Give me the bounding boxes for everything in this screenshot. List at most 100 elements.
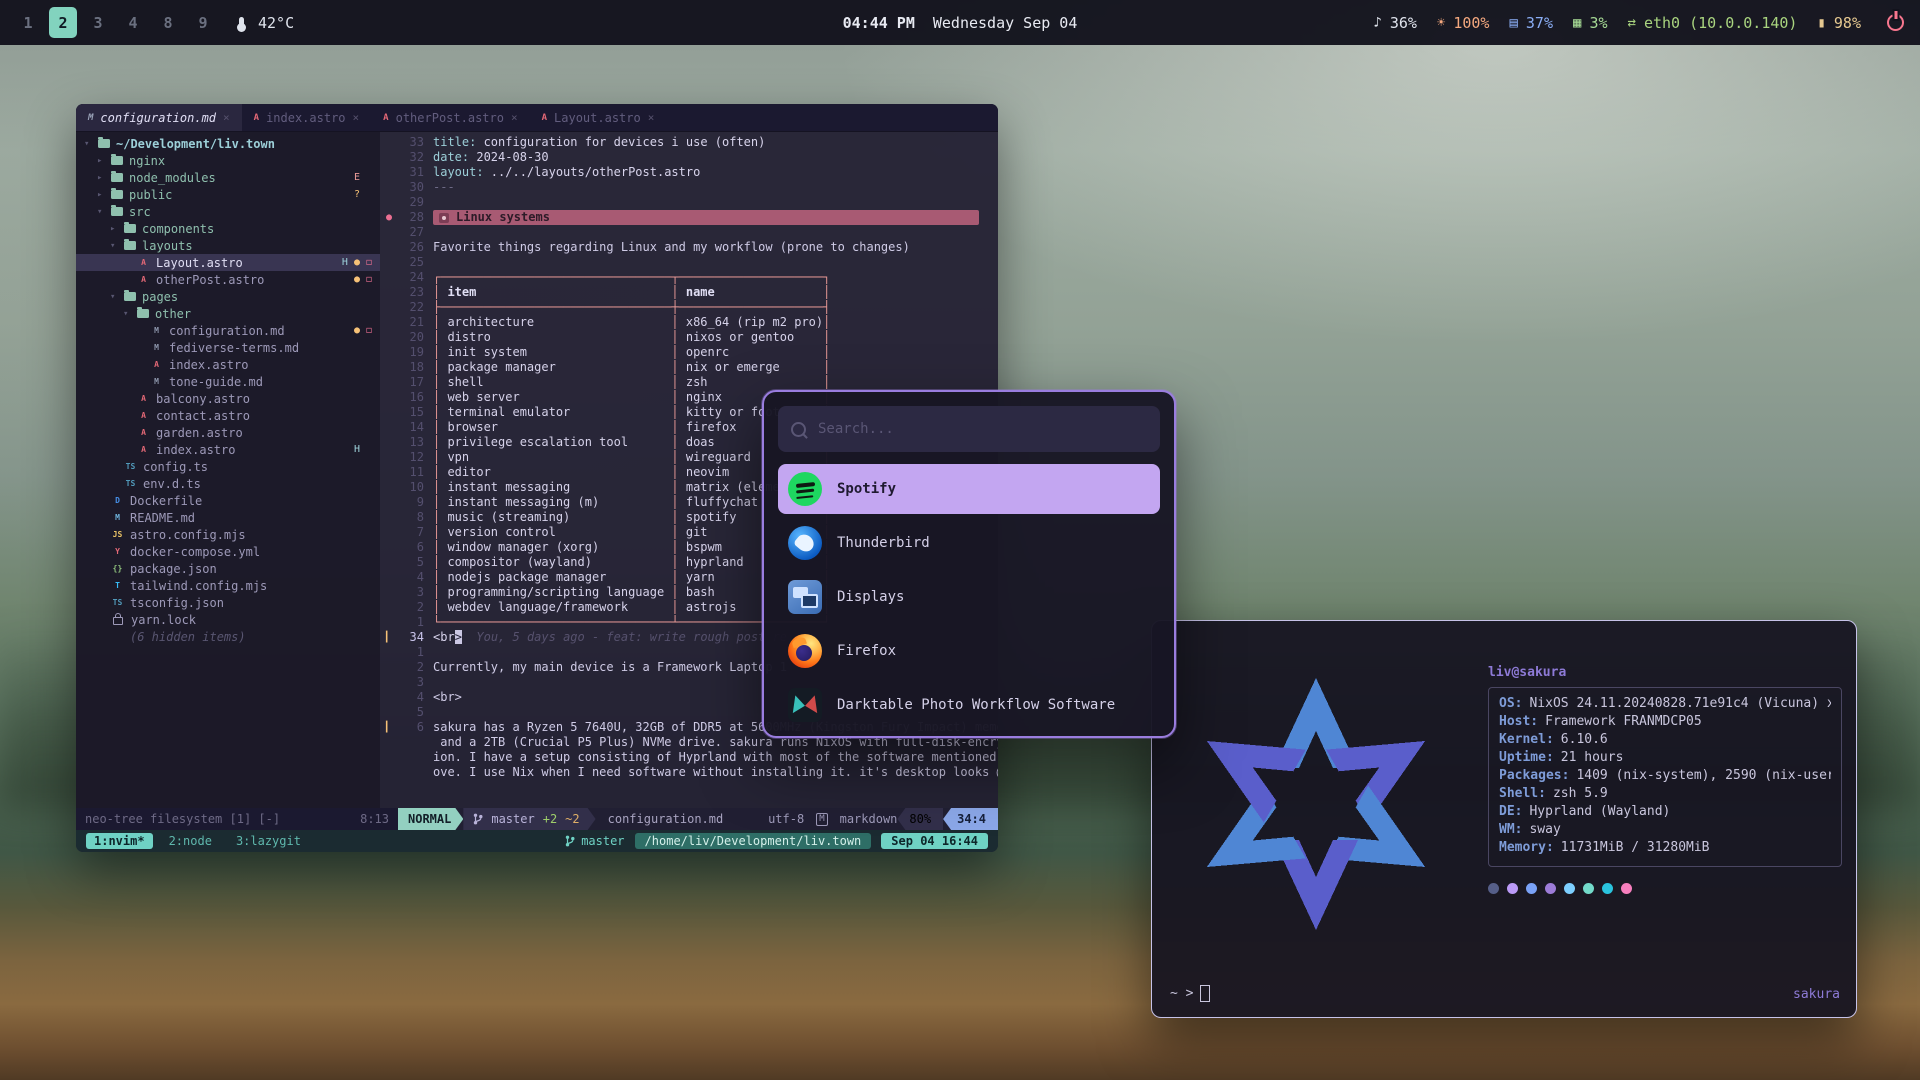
status-module[interactable]: ▦ 3% xyxy=(1573,14,1608,32)
tree-item[interactable]: T tailwind.config.mjs xyxy=(76,577,380,594)
tree-item[interactable]: A balcony.astro xyxy=(76,390,380,407)
tree-item[interactable]: ▸ nginx xyxy=(76,152,380,169)
neotree-statusline: neo-tree filesystem [1] [-] 8:13 xyxy=(76,808,398,830)
shell-prompt[interactable]: ~ > xyxy=(1170,985,1210,1002)
status-module[interactable]: ▮ 98% xyxy=(1817,14,1861,32)
tree-item[interactable]: ▾ other xyxy=(76,305,380,322)
line-number: 33 xyxy=(396,135,433,150)
buffer-tab[interactable]: A index.astro × xyxy=(242,104,372,131)
tree-item[interactable]: JS astro.config.mjs xyxy=(76,526,380,543)
buffer-tab[interactable]: M configuration.md × xyxy=(76,104,242,131)
git-branch-icon xyxy=(565,835,575,847)
system-info: liv@sakura OS:NixOS 24.11.20240828.71e91… xyxy=(1488,665,1842,894)
line-number: 10 xyxy=(396,480,433,495)
tree-item[interactable]: TS tsconfig.json xyxy=(76,594,380,611)
temperature-module[interactable]: 42°C xyxy=(239,14,294,32)
tree-item[interactable]: A otherPost.astro ● ◻ xyxy=(76,271,380,288)
gutter-sign xyxy=(386,405,396,420)
palette-dot xyxy=(1583,883,1594,894)
tree-item[interactable]: ▾ layouts xyxy=(76,237,380,254)
git-status-badge: ◻ xyxy=(366,325,372,336)
workspace-button[interactable]: 8 xyxy=(154,7,182,38)
info-label: Uptime: xyxy=(1499,750,1554,765)
brightness-icon: ☀ xyxy=(1437,15,1445,31)
gutter-sign xyxy=(386,570,396,585)
clock[interactable]: 04:44 PM Wednesday Sep 04 xyxy=(843,14,1078,32)
app-item[interactable]: Darktable Photo Workflow Software xyxy=(778,680,1160,726)
search-input[interactable] xyxy=(816,420,1147,438)
tree-item[interactable]: M README.md xyxy=(76,509,380,526)
status-module[interactable]: ☀ 100% xyxy=(1437,14,1490,32)
scroll-progress: 80% xyxy=(897,808,943,830)
status-module[interactable]: ♪ 36% xyxy=(1373,14,1417,32)
tree-item[interactable]: A Layout.astro H ● ◻ xyxy=(76,254,380,271)
tmux-window[interactable]: 2:node xyxy=(161,833,220,849)
line-number: 1 xyxy=(396,645,433,660)
folder-icon xyxy=(124,224,136,233)
tree-item-label: Dockerfile xyxy=(130,494,202,508)
buffer-tab[interactable]: A Layout.astro × xyxy=(530,104,667,131)
workspace-button[interactable]: 2 xyxy=(49,7,77,38)
tree-item[interactable]: M tone-guide.md xyxy=(76,373,380,390)
tree-item-label: Layout.astro xyxy=(156,256,243,270)
gutter-sign xyxy=(386,420,396,435)
info-row: Memory:11731MiB / 31280MiB xyxy=(1499,840,1831,858)
tmux-window[interactable]: 1:nvim* xyxy=(86,833,153,849)
editor-line: 32 date: 2024-08-30│ │ │ xyxy=(386,150,998,165)
status-module[interactable]: ⇄ eth0 (10.0.0.140) xyxy=(1628,14,1798,32)
tree-item[interactable]: (6 hidden items) xyxy=(76,628,380,645)
tree-item[interactable]: ▾ pages xyxy=(76,288,380,305)
tree-item[interactable]: yarn.lock xyxy=(76,611,380,628)
power-button[interactable] xyxy=(1885,12,1906,33)
gutter-sign xyxy=(386,585,396,600)
buffer-tab[interactable]: A otherPost.astro × xyxy=(371,104,529,131)
workspace-button[interactable]: 9 xyxy=(189,7,217,38)
chevron-icon: ▸ xyxy=(97,156,109,166)
tree-item[interactable]: ▾ src xyxy=(76,203,380,220)
tree-item[interactable]: ▾ ~/Development/liv.town xyxy=(76,135,380,152)
tmux-window[interactable]: 3:lazygit xyxy=(228,833,309,849)
tree-item-label: balcony.astro xyxy=(156,392,250,406)
line-number: 6 xyxy=(396,720,433,735)
app-item[interactable]: Displays xyxy=(778,572,1160,622)
tree-item[interactable]: {} package.json xyxy=(76,560,380,577)
tree-item[interactable]: TS config.ts xyxy=(76,458,380,475)
tmux-windows: 1:nvim* 2:node 3:lazygit xyxy=(86,833,309,849)
tree-item-label: garden.astro xyxy=(156,426,243,440)
firefox-icon xyxy=(788,634,822,668)
tree-item[interactable]: A contact.astro xyxy=(76,407,380,424)
tree-item[interactable]: M fediverse-terms.md xyxy=(76,339,380,356)
status-module[interactable]: ▤ 37% xyxy=(1509,14,1553,32)
tree-item[interactable]: ▸ node_modules E xyxy=(76,169,380,186)
line-number xyxy=(396,750,433,765)
tree-item[interactable]: A index.astro H xyxy=(76,441,380,458)
tree-item[interactable]: M configuration.md ● ◻ xyxy=(76,322,380,339)
tree-item[interactable]: ▸ components xyxy=(76,220,380,237)
workspace-button[interactable]: 4 xyxy=(119,7,147,38)
line-number: 14 xyxy=(396,420,433,435)
tree-item[interactable]: Y docker-compose.yml xyxy=(76,543,380,560)
app-item[interactable]: Spotify xyxy=(778,464,1160,514)
tree-item[interactable]: TS env.d.ts xyxy=(76,475,380,492)
workspace-button[interactable]: 1 xyxy=(14,7,42,38)
line-number: 4 xyxy=(396,570,433,585)
gutter-sign xyxy=(386,525,396,540)
launcher-search[interactable] xyxy=(778,406,1160,452)
tree-item[interactable]: A index.astro xyxy=(76,356,380,373)
workspace-button[interactable]: 3 xyxy=(84,7,112,38)
git-status-badge: ◻ xyxy=(366,257,372,268)
tree-item-label: other xyxy=(155,307,191,321)
tree-item[interactable]: ▸ public ? xyxy=(76,186,380,203)
close-icon[interactable]: × xyxy=(223,111,230,124)
tree-item-label: fediverse-terms.md xyxy=(169,341,299,355)
clock-time: 04:44 PM xyxy=(843,14,915,32)
app-item[interactable]: Thunderbird xyxy=(778,518,1160,568)
astro-icon: A xyxy=(137,259,150,267)
close-icon[interactable]: × xyxy=(511,111,518,124)
tree-item[interactable]: D Dockerfile xyxy=(76,492,380,509)
close-icon[interactable]: × xyxy=(648,111,655,124)
close-icon[interactable]: × xyxy=(353,111,360,124)
app-item[interactable]: Firefox xyxy=(778,626,1160,676)
tree-item-label: contact.astro xyxy=(156,409,250,423)
tree-item[interactable]: A garden.astro xyxy=(76,424,380,441)
